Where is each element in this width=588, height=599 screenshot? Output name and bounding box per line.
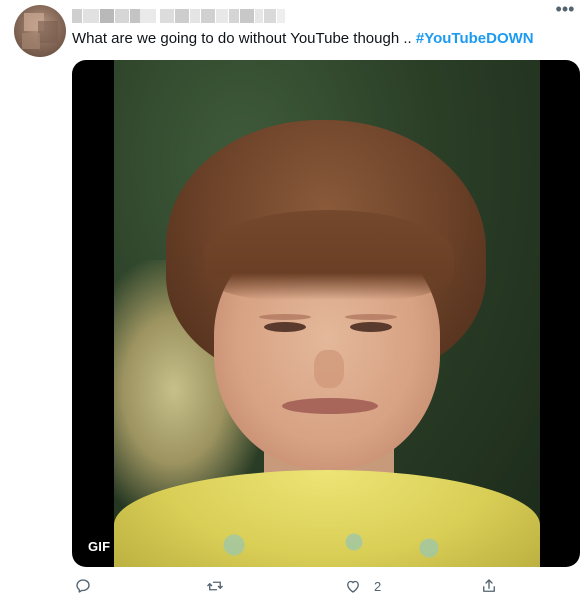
eye-shape — [350, 322, 392, 332]
redaction-block — [115, 9, 129, 23]
tweet: ••• What are we going to do without YouT… — [0, 0, 588, 599]
redaction-block — [255, 9, 263, 23]
gif-badge: GIF — [84, 538, 115, 555]
share-button[interactable] — [480, 573, 498, 599]
tweet-body: What are we going to do without YouTube … — [72, 30, 416, 47]
tweet-text: What are we going to do without YouTube … — [72, 29, 534, 49]
eyelid-shape — [345, 314, 397, 320]
shirt-print — [174, 530, 474, 560]
gif-frame — [114, 60, 540, 567]
redaction-block — [175, 9, 189, 23]
eye-shape — [264, 322, 306, 332]
avatar[interactable] — [14, 5, 66, 57]
redaction-block — [201, 9, 215, 23]
reply-button[interactable] — [74, 573, 92, 599]
more-icon: ••• — [555, 0, 575, 19]
redaction-block — [100, 9, 114, 23]
retweet-icon — [207, 581, 223, 591]
redaction-block — [229, 9, 239, 23]
nose-shape — [314, 350, 344, 388]
eyelid-shape — [259, 314, 311, 320]
like-button[interactable]: 2 — [344, 573, 381, 599]
redaction-block — [83, 9, 99, 23]
redaction-block — [240, 9, 254, 23]
gif-media[interactable]: GIF — [72, 60, 580, 567]
bangs-shape — [204, 210, 454, 300]
hashtag-link[interactable]: #YouTubeDOWN — [416, 30, 534, 47]
redaction-block — [140, 9, 156, 23]
redaction-block — [130, 9, 140, 23]
retweet-button[interactable] — [206, 573, 224, 599]
like-count: 2 — [374, 578, 382, 594]
redaction-block — [216, 9, 228, 23]
tweet-actions: 2 — [72, 573, 580, 599]
redaction-block — [72, 9, 82, 23]
more-options-button[interactable]: ••• — [550, 0, 580, 22]
like-icon — [347, 580, 359, 593]
reply-icon — [76, 579, 90, 593]
redaction-block — [190, 9, 200, 23]
redaction-block — [277, 9, 285, 23]
avatar-blur — [38, 21, 58, 43]
avatar-blur — [22, 33, 40, 49]
redaction-block — [160, 9, 174, 23]
share-icon — [483, 579, 495, 592]
mouth-shape — [282, 398, 378, 414]
redaction-block — [264, 9, 276, 23]
